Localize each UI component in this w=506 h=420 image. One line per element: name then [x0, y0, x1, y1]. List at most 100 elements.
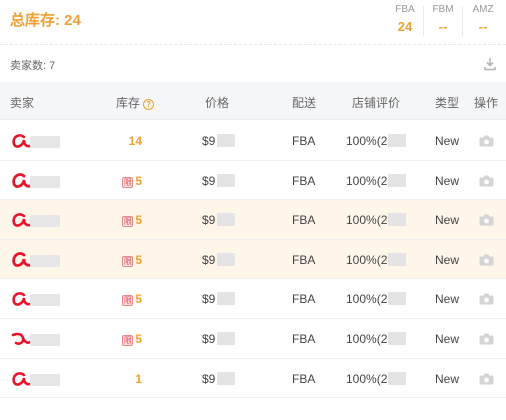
redacted-rating — [388, 213, 407, 227]
limit-badge: 限 — [122, 295, 134, 307]
rating-value: 100%(2 — [346, 371, 388, 386]
table-row[interactable]: 14 $9 FBA 100%(2 New — [0, 121, 506, 161]
camera-icon[interactable] — [479, 293, 494, 305]
col-shipping: 配送 — [292, 96, 317, 110]
shipping-cell: FBA — [292, 173, 316, 188]
redacted-seller-name — [30, 136, 60, 148]
price-cell: $9 — [202, 213, 236, 228]
camera-icon[interactable] — [479, 214, 494, 226]
price-value: $9 — [202, 252, 216, 267]
type-cell: New — [435, 292, 460, 307]
col-seller: 卖家 — [10, 96, 35, 110]
price-cell: $9 — [202, 252, 236, 267]
rating-value: 100%(2 — [346, 134, 388, 148]
redacted-seller-name — [30, 373, 60, 386]
stock-cell: 限5 — [100, 253, 142, 267]
type-cell: New — [435, 252, 460, 267]
table-row[interactable]: 限5 $9 FBA 100%(2 New — [0, 160, 506, 201]
stock-value: 5 — [135, 331, 142, 346]
camera-icon[interactable] — [479, 333, 494, 345]
seller-cell[interactable] — [10, 329, 70, 349]
fbm-summary: FBM -- — [426, 4, 460, 36]
fbm-value: -- — [438, 19, 448, 34]
rating-value: 100%(2 — [346, 331, 388, 346]
col-stock[interactable]: 库存? — [116, 94, 155, 111]
camera-icon[interactable] — [479, 135, 494, 147]
shipping-cell: FBA — [292, 292, 316, 307]
rating-cell: 100%(2 — [346, 371, 407, 386]
type-cell: New — [435, 173, 460, 188]
rating-value: 100%(2 — [346, 173, 388, 188]
redacted-price — [217, 134, 236, 147]
limit-badge: 限 — [122, 255, 134, 267]
col-type: 类型 — [435, 96, 460, 110]
camera-icon[interactable] — [479, 175, 494, 187]
redacted-seller-name — [30, 175, 60, 188]
table-row[interactable]: 限5 $9 FBA 100%(2 New — [0, 239, 506, 280]
help-icon[interactable]: ? — [143, 99, 155, 110]
shipping-cell: FBA — [292, 371, 316, 386]
fba-label: FBA — [395, 4, 415, 15]
seller-table-body: 14 $9 FBA 100%(2 New 限5 $9 FBA 100%(2 Ne… — [0, 121, 506, 399]
price-value: $9 — [202, 173, 216, 188]
fbm-label: FBM — [432, 4, 454, 15]
download-icon[interactable] — [484, 57, 496, 71]
table-row[interactable]: 限5 $9 FBA 100%(2 New — [0, 318, 506, 359]
seller-cell[interactable] — [10, 369, 70, 389]
price-value: $9 — [202, 371, 216, 386]
total-inventory-title: 总库存: 24 — [10, 12, 81, 29]
seller-cell[interactable] — [10, 289, 70, 309]
price-value: $9 — [202, 213, 216, 228]
divider — [423, 6, 424, 36]
seller-cell[interactable] — [10, 250, 70, 270]
stock-value: 5 — [135, 213, 142, 228]
stock-cell: 限5 — [100, 174, 142, 188]
type-cell: New — [435, 134, 460, 148]
col-stock-label: 库存 — [116, 96, 141, 110]
redacted-price — [217, 213, 236, 227]
redacted-price — [217, 252, 236, 266]
limit-badge: 限 — [122, 176, 134, 188]
redacted-rating — [388, 331, 407, 345]
stock-value: 5 — [135, 173, 142, 188]
redacted-price — [217, 371, 236, 385]
seller-cell[interactable] — [10, 210, 70, 230]
seller-cell[interactable] — [10, 171, 70, 191]
redacted-seller-name — [30, 254, 60, 267]
redacted-rating — [388, 134, 407, 147]
redacted-seller-mark — [12, 213, 32, 227]
redacted-rating — [388, 292, 407, 306]
col-rating: 店铺评价 — [352, 96, 401, 110]
camera-icon[interactable] — [479, 254, 494, 266]
header-divider — [0, 44, 506, 45]
seller-cell[interactable] — [10, 131, 70, 151]
shipping-cell: FBA — [292, 331, 316, 346]
table-row[interactable]: 限5 $9 FBA 100%(2 New — [0, 200, 506, 240]
price-cell: $9 — [202, 331, 236, 346]
redacted-seller-name — [30, 333, 60, 346]
price-cell: $9 — [202, 292, 236, 306]
type-cell: New — [435, 371, 460, 386]
stock-cell: 限5 — [100, 292, 142, 307]
type-cell: New — [435, 213, 460, 228]
redacted-seller-mark — [12, 292, 32, 307]
shipping-cell: FBA — [292, 134, 316, 148]
redacted-seller-mark — [12, 251, 32, 267]
camera-icon[interactable] — [479, 373, 494, 385]
rating-cell: 100%(2 — [346, 331, 407, 346]
redacted-seller-mark — [11, 332, 32, 345]
stock-cell: 1 — [100, 372, 142, 386]
rating-value: 100%(2 — [346, 292, 388, 307]
redacted-price — [217, 173, 236, 187]
price-value: $9 — [202, 331, 216, 346]
table-header: 卖家 库存? 价格 配送 店铺评价 类型 操作 — [0, 82, 506, 120]
redacted-rating — [388, 252, 407, 266]
amz-value: -- — [478, 19, 488, 34]
price-value: $9 — [202, 134, 216, 148]
rating-cell: 100%(2 — [346, 252, 407, 267]
table-row[interactable]: 1 $9 FBA 100%(2 New — [0, 358, 506, 399]
rating-cell: 100%(2 — [346, 173, 407, 188]
limit-badge: 限 — [122, 216, 134, 228]
redacted-seller-name — [30, 215, 60, 228]
table-row[interactable]: 限5 $9 FBA 100%(2 New — [0, 279, 506, 319]
